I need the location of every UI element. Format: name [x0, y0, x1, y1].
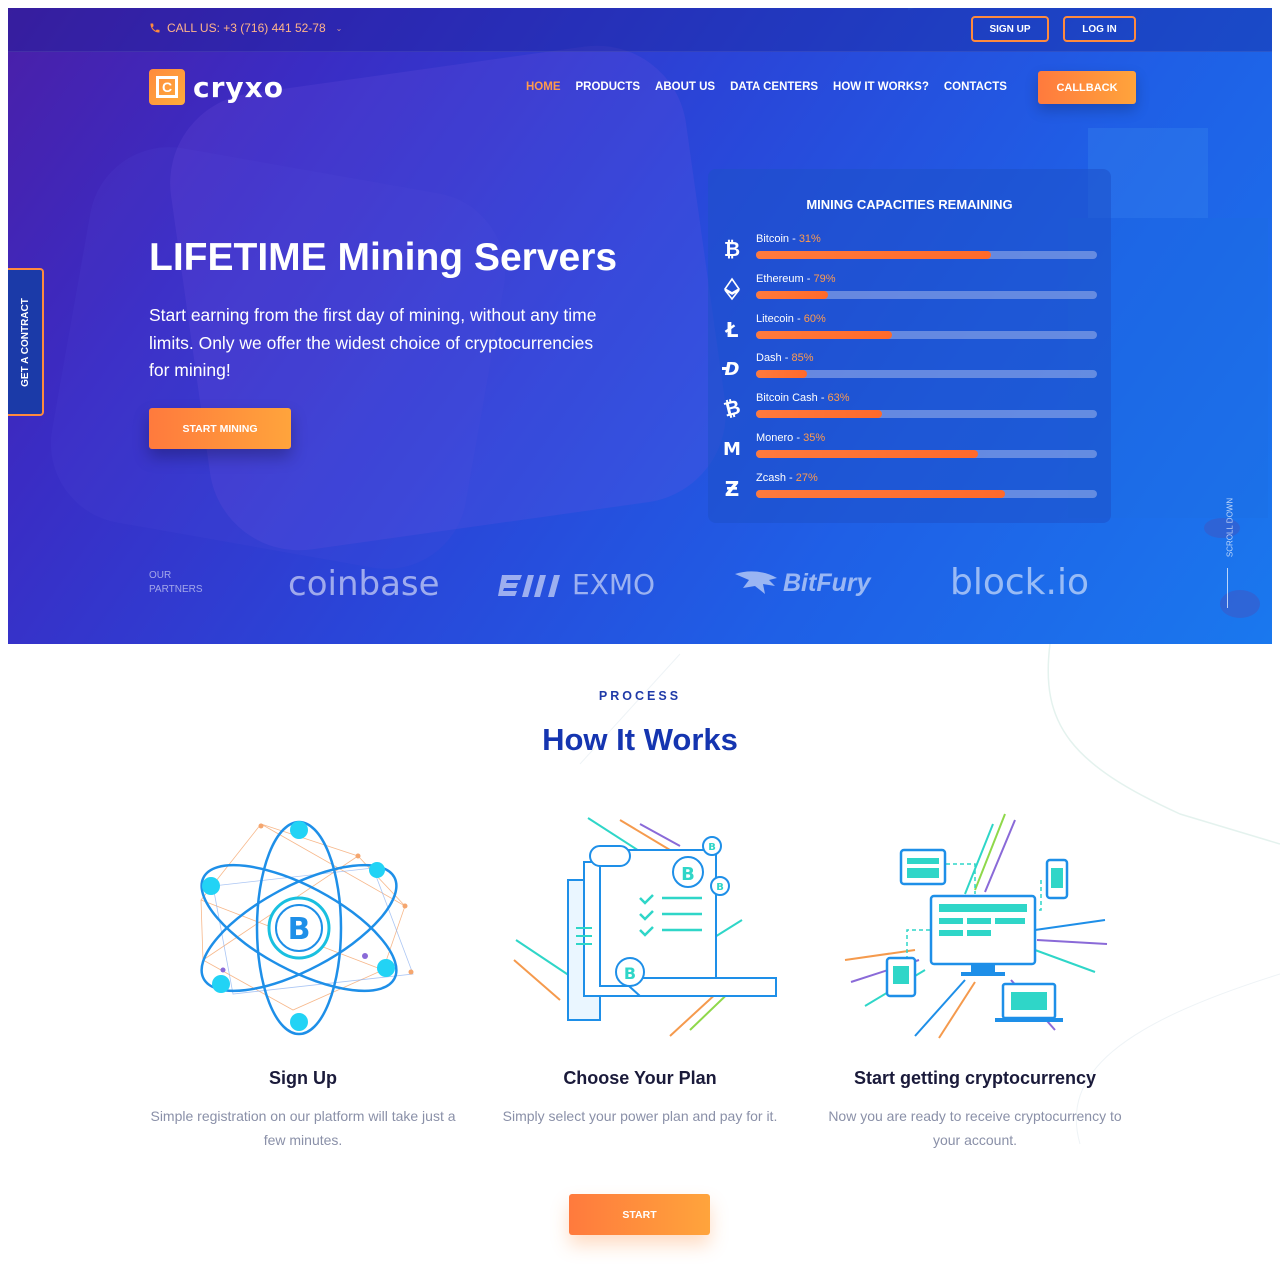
svg-text:B: B	[681, 864, 695, 885]
step-title-start-getting: Start getting cryptocurrency	[853, 1068, 1097, 1088]
nav-item-home[interactable]: HOME	[526, 81, 561, 93]
coin-capacity-track	[756, 450, 1097, 458]
step-desc-choose-plan: Simply select your power plan and pay fo…	[502, 1108, 778, 1124]
svg-text:B: B	[624, 964, 636, 983]
coin-capacity-track	[756, 410, 1097, 419]
coin-label: Monero - 35%	[756, 432, 826, 444]
log-in-button[interactable]: LOG IN	[1063, 16, 1136, 42]
coin-label: Bitcoin - 31%	[756, 233, 821, 245]
nav-item-products[interactable]: PRODUCTS	[576, 81, 641, 93]
coin-row: Ethereum - 79%	[708, 273, 1111, 309]
phone-icon	[150, 23, 160, 33]
hero-section: CALL US: +3 (716) 441 52-78 ⌄ SIGN UP LO…	[8, 8, 1272, 644]
top-bar: CALL US: +3 (716) 441 52-78 ⌄ SIGN UP LO…	[8, 8, 1272, 52]
coin-capacity-fill	[756, 290, 828, 299]
coin-label: Litecoin - 60%	[756, 312, 826, 325]
coin-capacity-fill	[756, 251, 992, 259]
partner-exmo[interactable]: EXMO	[498, 568, 655, 601]
svg-text:B: B	[716, 882, 724, 893]
get-a-contract-tab[interactable]: GET A CONTRACT	[8, 268, 44, 416]
how-it-works-title: How It Works	[542, 722, 738, 757]
svg-text:Ƶ: Ƶ	[725, 477, 740, 500]
start-button[interactable]: START	[569, 1194, 710, 1235]
scroll-down-indicator[interactable]: SCROLL DOWN	[1216, 498, 1240, 608]
start-mining-button[interactable]: START MINING	[149, 408, 291, 449]
coin-row: D Dash - 85%	[708, 352, 1111, 388]
partner-bitfury[interactable]: BitFury	[733, 568, 871, 598]
svg-text:₿: ₿	[724, 237, 740, 261]
coin-capacity-fill	[756, 330, 893, 339]
logo-mark: C	[149, 69, 185, 105]
svg-text:B: B	[288, 912, 311, 947]
svg-text:₿: ₿	[721, 396, 743, 420]
coin-capacity-track	[756, 370, 1097, 379]
coin-capacity-fill	[756, 450, 978, 458]
main-nav: HOME PRODUCTS ABOUT US DATA CENTERS HOW …	[526, 81, 1007, 93]
logo-text: cryxo	[193, 70, 284, 104]
dash-icon: D	[722, 359, 740, 380]
hero-subtitle: Start earning from the first day of mini…	[149, 305, 597, 380]
partner-coinbase[interactable]: coinbase	[288, 564, 440, 604]
atom-bitcoin-icon: B	[200, 820, 414, 1036]
step-desc-sign-up: Simple registration on our platform will…	[150, 1108, 456, 1148]
litecoin-icon: Ł	[725, 318, 739, 341]
coin-capacity-track	[756, 489, 1097, 498]
coin-label: Zcash - 27%	[756, 471, 818, 484]
process-eyebrow: PROCESS	[598, 689, 682, 703]
callback-button[interactable]: CALLBACK	[1038, 71, 1136, 104]
nav-item-how-it-works[interactable]: HOW IT WORKS?	[833, 81, 929, 93]
phone-number: CALL US: +3 (716) 441 52-78	[167, 21, 326, 35]
coin-row: ₿ Bitcoin - 31%	[708, 233, 1111, 269]
logo[interactable]: C cryxo	[149, 69, 284, 105]
coin-capacity-fill	[756, 410, 883, 419]
coin-row: M Monero - 35%	[708, 432, 1111, 468]
zcash-icon: Ƶ	[725, 477, 740, 500]
nav-item-data-centers[interactable]: DATA CENTERS	[730, 81, 818, 93]
step-title-sign-up: Sign Up	[269, 1068, 337, 1088]
coin-row: Ł Litecoin - 60%	[708, 313, 1111, 349]
coin-capacity-track	[756, 330, 1097, 339]
bitfury-logo-icon	[735, 571, 777, 594]
coin-label: Ethereum - 79%	[756, 272, 836, 285]
step-desc-start-getting: Now you are ready to receive cryptocurre…	[828, 1108, 1122, 1148]
multi-device-icon	[844, 813, 1108, 1039]
ethereum-icon	[723, 277, 741, 301]
coin-label: Dash - 85%	[756, 352, 814, 365]
coin-row: Ƶ Zcash - 27%	[708, 472, 1111, 508]
coin-capacity-fill	[756, 370, 808, 379]
monero-icon: M	[723, 439, 741, 460]
chevron-down-icon: ⌄	[335, 23, 343, 33]
coin-capacity-track	[756, 251, 1097, 259]
sign-up-button[interactable]: SIGN UP	[971, 16, 1049, 42]
bitcoin-cash-icon: ₿	[721, 396, 743, 420]
svg-text:B: B	[708, 842, 716, 853]
nav-item-about-us[interactable]: ABOUT US	[655, 81, 715, 93]
contract-document-icon: B B B B	[513, 817, 777, 1037]
coin-capacity-track	[756, 290, 1097, 299]
svg-text:M: M	[723, 439, 741, 460]
step-title-choose-plan: Choose Your Plan	[563, 1068, 717, 1088]
coin-row: ₿ Bitcoin Cash - 63%	[708, 392, 1111, 428]
coin-capacity-fill	[756, 489, 1005, 498]
partner-block-io[interactable]: block.io	[950, 562, 1089, 603]
coin-label: Bitcoin Cash - 63%	[756, 392, 850, 405]
scroll-line	[1227, 568, 1228, 608]
exmo-logo-icon	[498, 574, 560, 597]
phone-contact[interactable]: CALL US: +3 (716) 441 52-78 ⌄	[149, 21, 342, 35]
nav-item-contacts[interactable]: CONTACTS	[944, 81, 1007, 93]
bitcoin-icon: ₿	[724, 237, 740, 261]
partners-label: OUR PARTNERS	[149, 570, 203, 595]
page: CALL US: +3 (716) 441 52-78 ⌄ SIGN UP LO…	[0, 0, 1280, 1280]
mining-panel-title: MINING CAPACITIES REMAINING	[806, 197, 1013, 212]
get-a-contract-label: GET A CONTRACT	[19, 297, 31, 387]
hero-title: LIFETIME Mining Servers	[149, 236, 618, 279]
mining-capacities-panel: MINING CAPACITIES REMAINING ₿ Bitcoin - 3…	[708, 169, 1111, 523]
svg-text:Ł: Ł	[725, 318, 739, 341]
